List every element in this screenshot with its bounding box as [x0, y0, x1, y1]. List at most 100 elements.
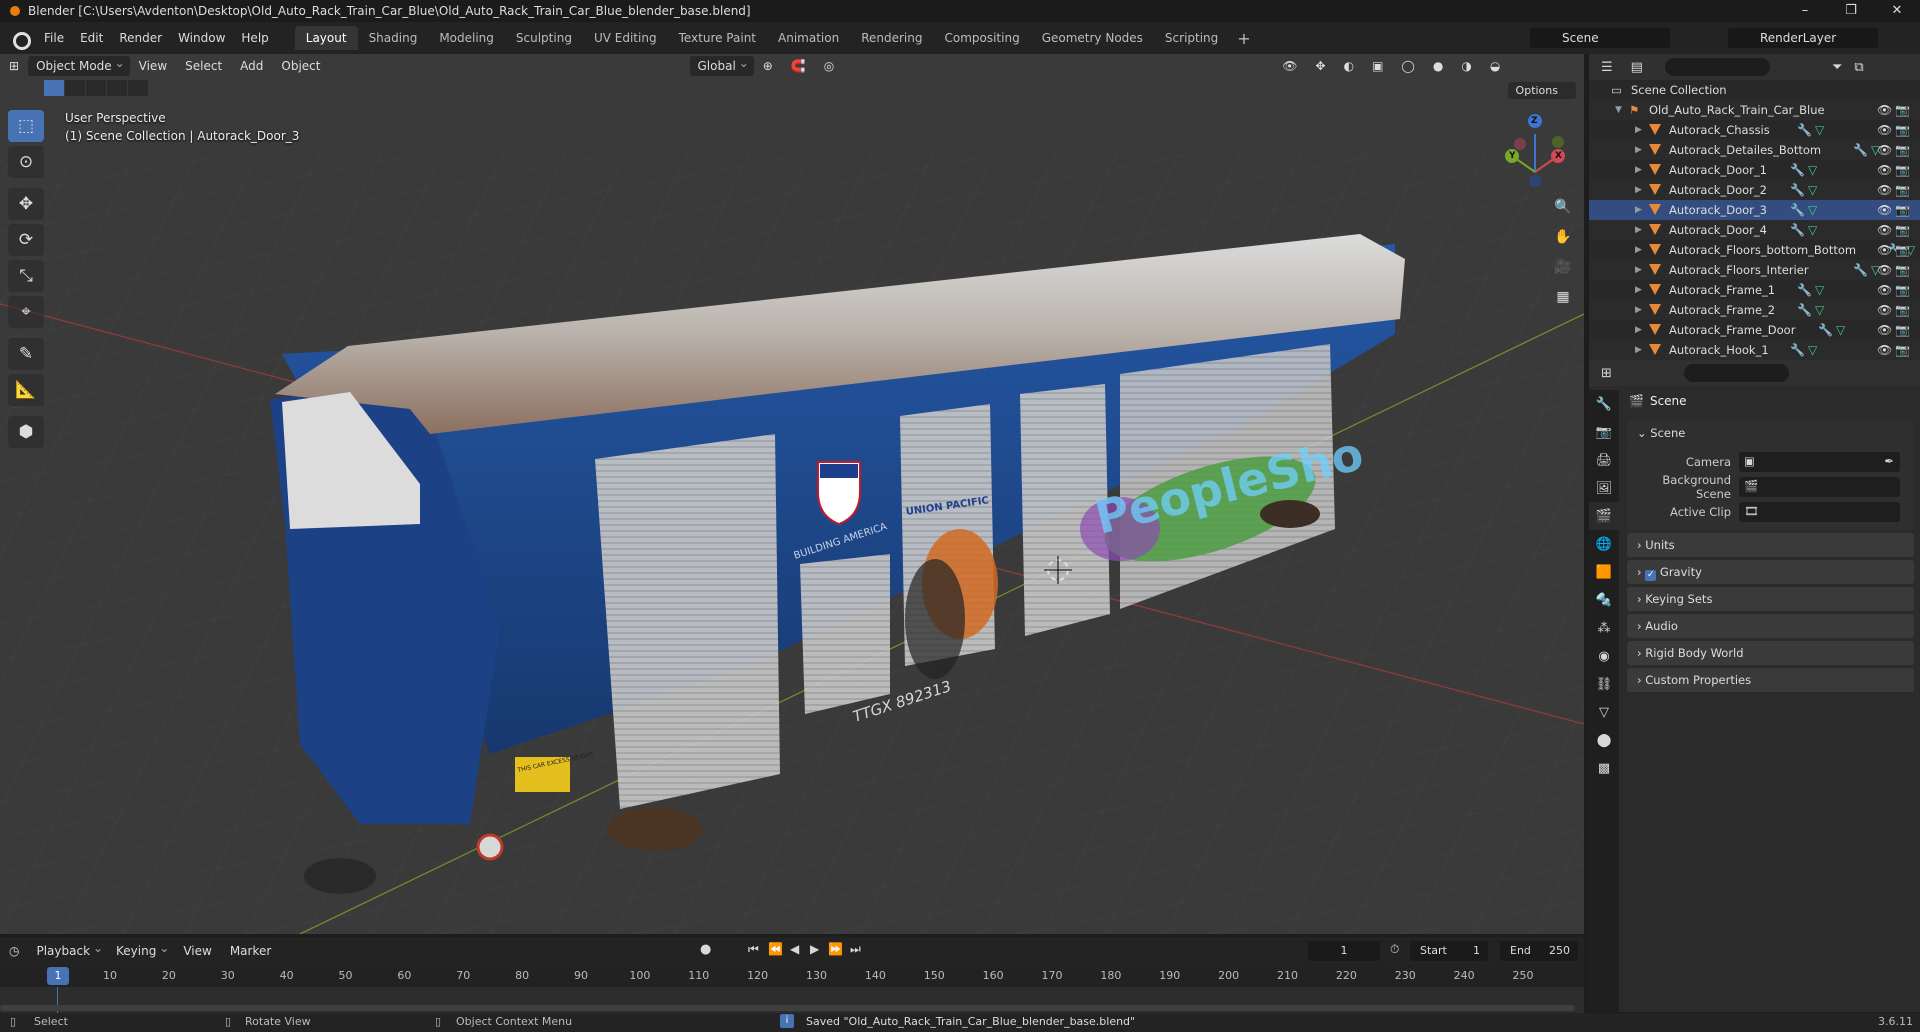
next-keyframe-icon[interactable]: ⏩	[828, 942, 843, 956]
expand-icon[interactable]: ▶	[1635, 280, 1642, 300]
measure-tool-icon[interactable]: 📐	[8, 374, 44, 406]
tab-rendering[interactable]: Rendering	[850, 26, 933, 50]
tab-shading[interactable]: Shading	[358, 26, 429, 50]
scale-tool-icon[interactable]: ⤡	[8, 260, 44, 292]
visibility-eye-icon[interactable]: 👁	[1877, 180, 1892, 200]
panel-gravity[interactable]: › ✓ Gravity	[1627, 560, 1914, 584]
jump-end-icon[interactable]: ⏭	[850, 942, 861, 957]
scene-tab-icon[interactable]: 🎬	[1589, 502, 1619, 530]
current-frame-field[interactable]: 1	[1308, 941, 1380, 961]
zoom-icon[interactable]: 🔍	[1550, 194, 1576, 220]
record-icon[interactable]: ●	[700, 942, 711, 957]
transform-tool-icon[interactable]: ⌖	[8, 296, 44, 328]
constraints-tab-icon[interactable]: ⛓	[1589, 670, 1619, 698]
panel-audio[interactable]: › Audio	[1627, 614, 1914, 638]
visibility-eye-icon[interactable]: 👁	[1877, 160, 1892, 180]
menu-edit[interactable]: Edit	[72, 22, 111, 54]
close-button[interactable]: ✕	[1874, 0, 1920, 22]
shading-rendered-icon[interactable]: ◒	[1481, 54, 1509, 78]
playback-menu[interactable]: Playback	[28, 938, 108, 961]
expand-icon[interactable]: ▶	[1635, 140, 1642, 160]
gizmo-neg-z-icon[interactable]	[1529, 175, 1541, 187]
timeline-ruler[interactable]: 1102030405060708090100110120130140150160…	[0, 965, 1584, 987]
expand-icon[interactable]: ▶	[1635, 220, 1642, 240]
mesh-data-icon[interactable]: ▽	[1808, 180, 1817, 200]
outliner-row-object[interactable]: ▶ Autorack_Floors_Interier 🔧 ▽ 👁 📷	[1589, 260, 1920, 280]
annotate-tool-icon[interactable]: ✎	[8, 338, 44, 370]
gizmo-toggle-icon[interactable]: ✥	[1307, 54, 1335, 78]
outliner-search-input[interactable]	[1664, 58, 1770, 76]
menu-file[interactable]: File	[36, 22, 72, 54]
mesh-data-icon[interactable]: ▽	[1815, 300, 1824, 320]
maximize-button[interactable]: ❐	[1828, 0, 1874, 22]
world-tab-icon[interactable]: 🌐	[1589, 530, 1619, 558]
new-collection-icon[interactable]: ⧉	[1854, 60, 1863, 75]
render-camera-icon[interactable]: 📷	[1895, 300, 1910, 320]
menu-render[interactable]: Render	[111, 22, 170, 54]
select-subtract-icon[interactable]	[86, 80, 106, 96]
modifier-wrench-icon[interactable]: 🔧	[1797, 120, 1812, 140]
texture-tab-icon[interactable]: ▩	[1589, 754, 1619, 782]
scene-selector[interactable]: Scene	[1530, 28, 1670, 48]
object-mode-dropdown[interactable]: Object Mode	[28, 54, 130, 76]
view-layer-selector[interactable]: RenderLayer	[1728, 28, 1878, 48]
expand-icon[interactable]: ▶	[1635, 180, 1642, 200]
data-tab-icon[interactable]: ▽	[1589, 698, 1619, 726]
timeline-view-menu[interactable]: View	[174, 939, 220, 963]
render-camera-icon[interactable]: 📷	[1895, 140, 1910, 160]
visibility-eye-icon[interactable]: 👁	[1877, 240, 1892, 260]
collapse-icon[interactable]: ▼	[1615, 100, 1622, 120]
outliner-editor-icon[interactable]: ☰	[1601, 60, 1613, 75]
tab-texture-paint[interactable]: Texture Paint	[668, 26, 767, 50]
transform-orientation-dropdown[interactable]: Global	[689, 54, 754, 76]
rotate-tool-icon[interactable]: ⟳	[8, 224, 44, 256]
mesh-data-icon[interactable]: ▽	[1808, 200, 1817, 220]
modifier-wrench-icon[interactable]: 🔧	[1797, 300, 1812, 320]
menu-view[interactable]: View	[130, 54, 176, 78]
expand-icon[interactable]: ▶	[1635, 260, 1642, 280]
visibility-eye-icon[interactable]: 👁	[1877, 260, 1892, 280]
minimize-button[interactable]: –	[1782, 0, 1828, 22]
mesh-data-icon[interactable]: ▽	[1815, 120, 1824, 140]
active-clip-field[interactable]: 🎞	[1739, 501, 1900, 522]
visibility-eye-icon[interactable]: 👁	[1877, 320, 1892, 340]
visibility-eye-icon[interactable]: 👁	[1877, 220, 1892, 240]
modifier-wrench-icon[interactable]: 🔧	[1818, 320, 1833, 340]
outliner-row-scene-collection[interactable]: ▭ Scene Collection	[1589, 80, 1920, 100]
render-camera-icon[interactable]: 📷	[1895, 200, 1910, 220]
menu-select[interactable]: Select	[176, 54, 231, 78]
render-camera-icon[interactable]: 📷	[1895, 340, 1910, 360]
render-camera-icon[interactable]: 📷	[1895, 240, 1910, 260]
prev-keyframe-icon[interactable]: ⏪	[768, 942, 783, 956]
outliner-row-collection[interactable]: ▼ ⚑ Old_Auto_Rack_Train_Car_Blue 👁 📷	[1589, 100, 1920, 120]
gravity-checkbox[interactable]: ✓	[1645, 570, 1657, 581]
display-mode-icon[interactable]: ▤	[1631, 60, 1643, 75]
modifier-wrench-icon[interactable]: 🔧	[1853, 260, 1868, 280]
3d-viewport[interactable]: UNION PACIFIC BUILDING AMERICA TTGX 8923…	[0, 54, 1584, 934]
door-panel-1[interactable]	[595, 434, 780, 809]
marker-menu[interactable]: Marker	[221, 939, 280, 963]
editor-type-icon[interactable]: ⊞	[0, 54, 28, 78]
camera-view-icon[interactable]: 🎥	[1550, 254, 1576, 280]
outliner-row-object[interactable]: ▶ Autorack_Floors_bottom_Bottom 🔧 ▽ 👁 📷	[1589, 240, 1920, 260]
render-camera-icon[interactable]: 📷	[1895, 180, 1910, 200]
tab-animation[interactable]: Animation	[767, 26, 850, 50]
menu-add[interactable]: Add	[231, 54, 272, 78]
overlays-icon[interactable]: ◐	[1335, 54, 1363, 78]
timeline-scrollbar[interactable]	[0, 1005, 1575, 1011]
view-layer-tab-icon[interactable]: 🖼	[1589, 474, 1619, 502]
timeline-editor-icon[interactable]: ◷	[0, 939, 28, 963]
menu-object[interactable]: Object	[272, 54, 329, 78]
visibility-eye-icon[interactable]: 👁	[1877, 120, 1892, 140]
expand-icon[interactable]: ▶	[1635, 320, 1642, 340]
render-camera-icon[interactable]: 📷	[1895, 220, 1910, 240]
xray-icon[interactable]: ▣	[1363, 54, 1392, 78]
visibility-eye-icon[interactable]: 👁	[1877, 300, 1892, 320]
outliner-row-object[interactable]: ▶ Autorack_Chassis 🔧 ▽ 👁 📷	[1589, 120, 1920, 140]
modifier-wrench-icon[interactable]: 🔧	[1790, 200, 1805, 220]
door-panel-5[interactable]	[800, 554, 890, 714]
add-workspace-button[interactable]: +	[1229, 29, 1258, 48]
object-tab-icon[interactable]: 🟧	[1589, 558, 1619, 586]
keying-menu[interactable]: Keying	[108, 938, 174, 961]
playhead[interactable]: 1	[47, 967, 69, 985]
